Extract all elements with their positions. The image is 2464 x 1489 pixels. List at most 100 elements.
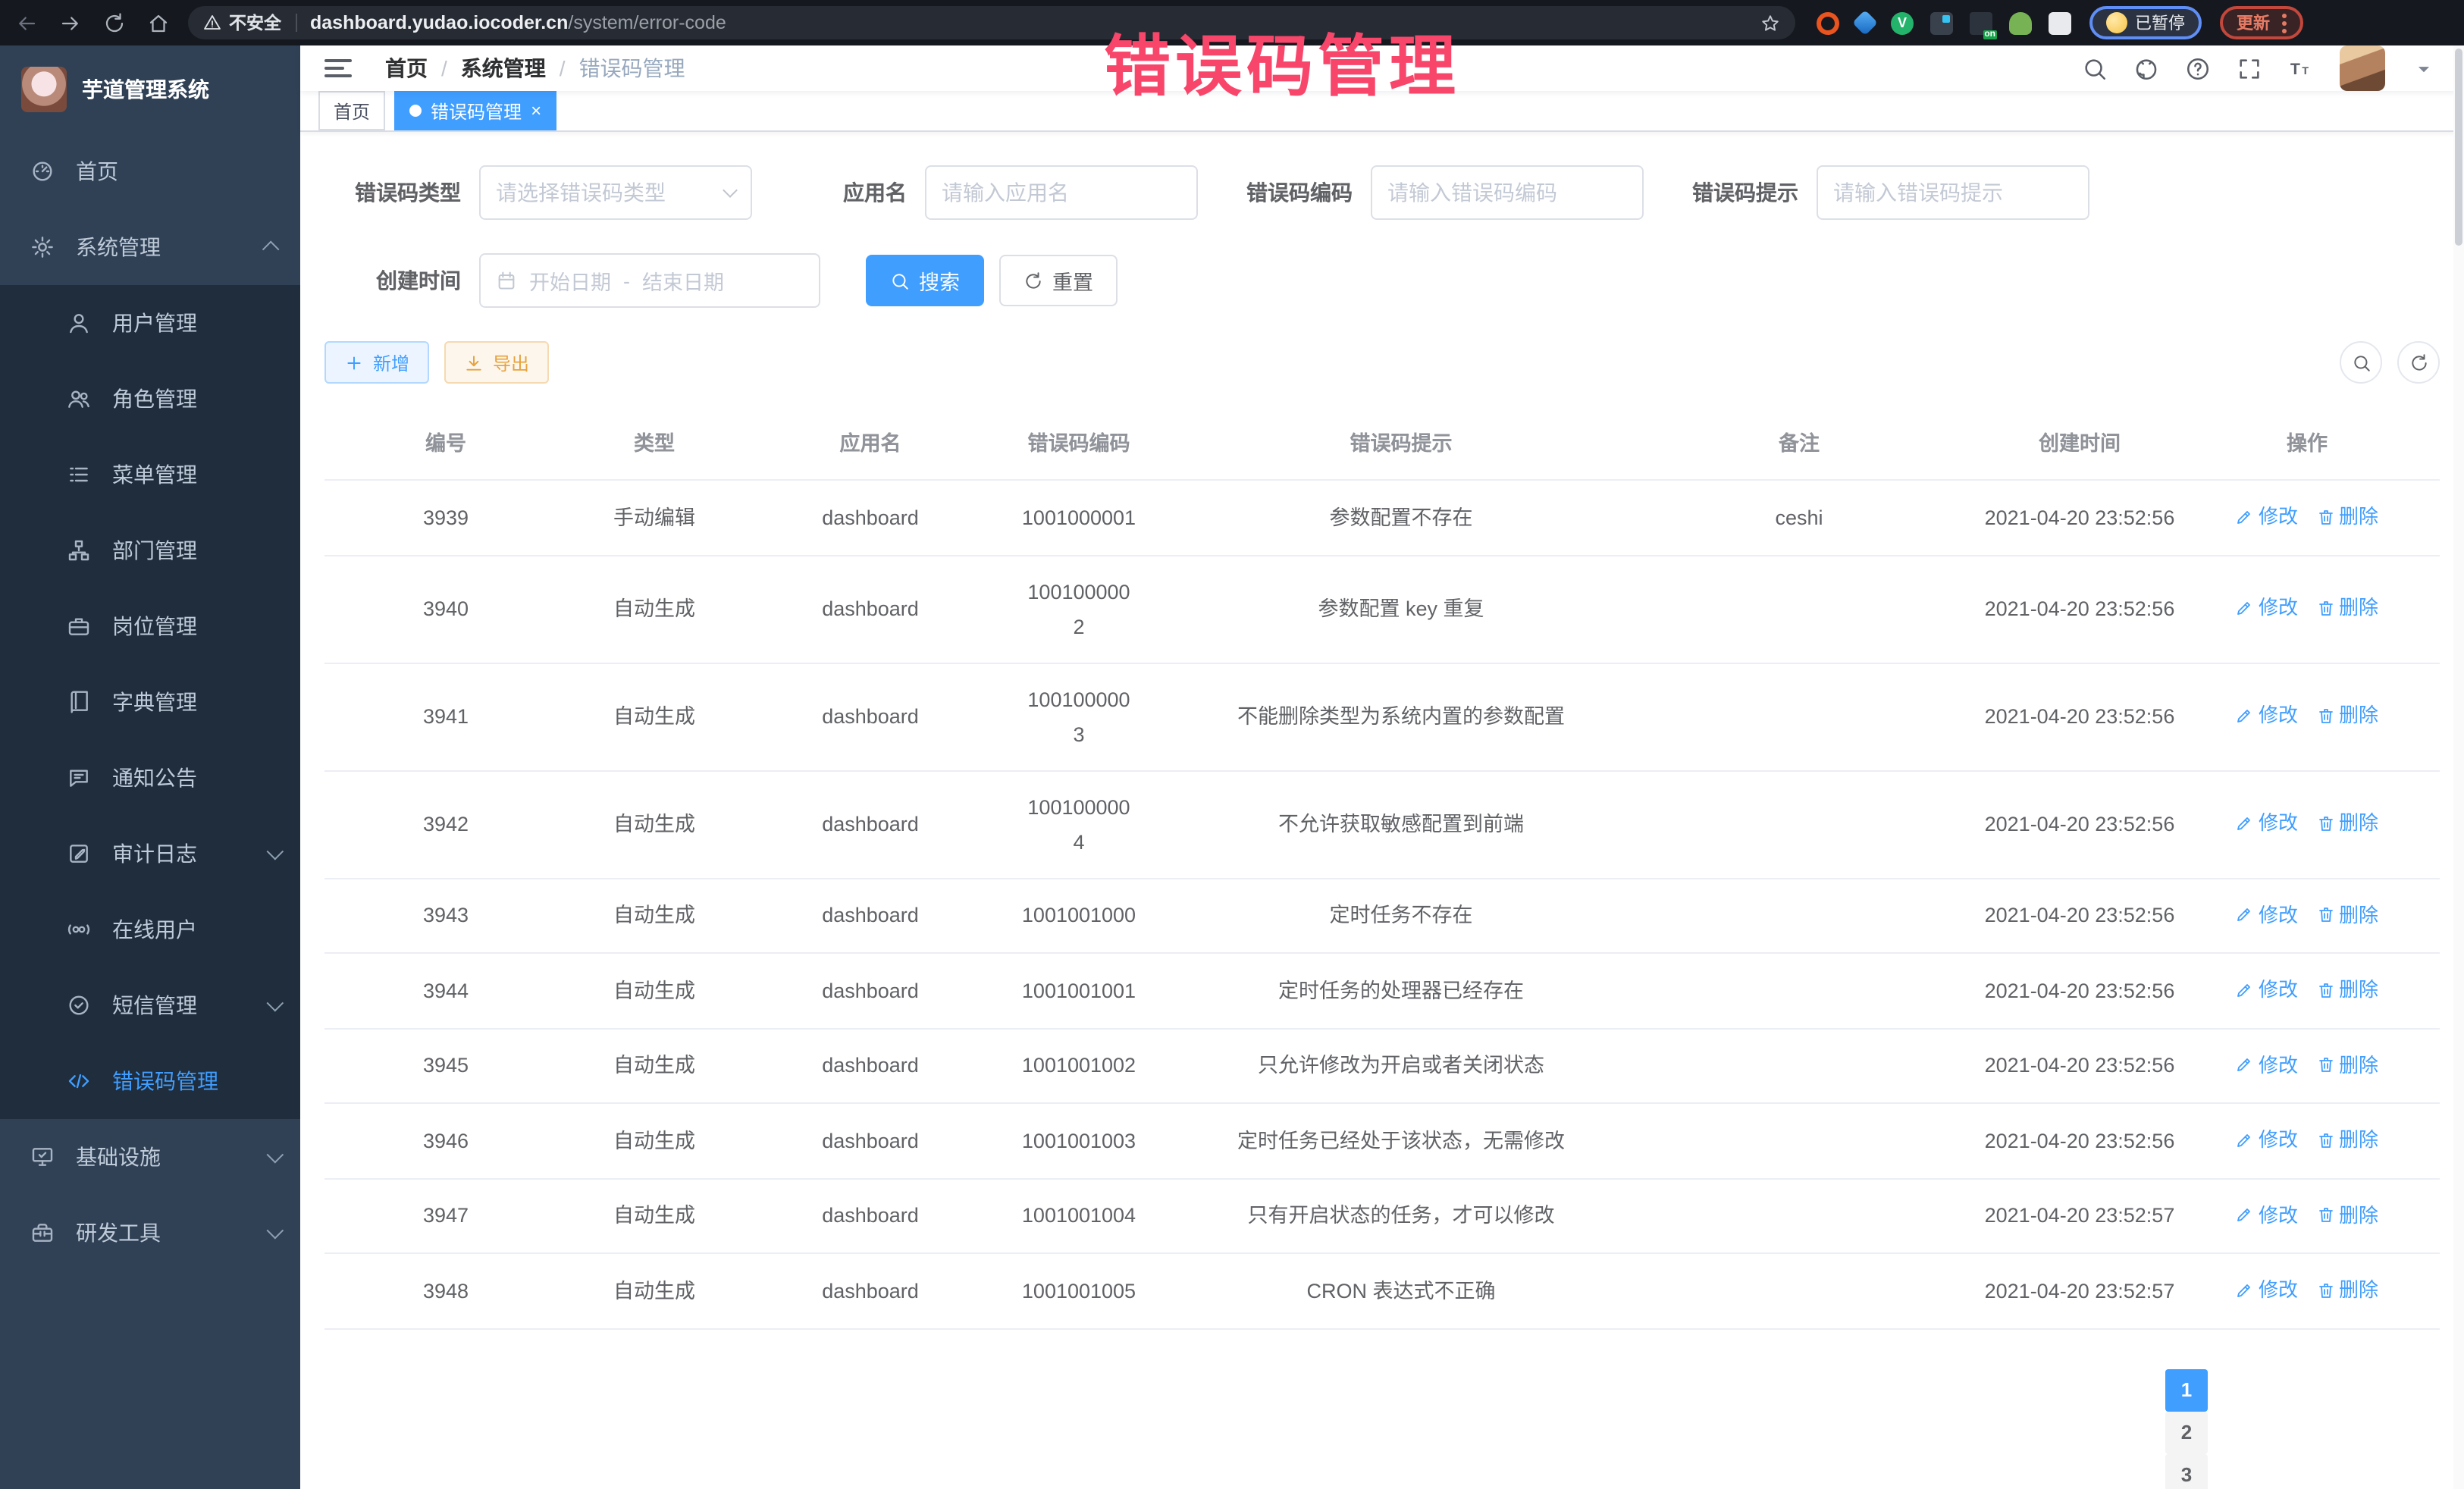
edit-button[interactable]: 修改 bbox=[2236, 1122, 2298, 1157]
trash-icon bbox=[2316, 980, 2334, 998]
browser-forward-icon[interactable] bbox=[59, 11, 82, 34]
breadcrumb-current: 错误码管理 bbox=[579, 53, 685, 83]
edit-button[interactable]: 修改 bbox=[2236, 1272, 2298, 1307]
delete-button[interactable]: 删除 bbox=[2316, 698, 2378, 733]
sidebar-item-notice[interactable]: 通知公告 bbox=[0, 740, 300, 816]
security-label: 不安全 bbox=[229, 11, 281, 35]
breadcrumb-home[interactable]: 首页 bbox=[385, 53, 428, 83]
extension-icon[interactable]: V bbox=[1891, 11, 1914, 34]
sidebar-item-menu[interactable]: 菜单管理 bbox=[0, 437, 300, 513]
chevron-down-icon bbox=[723, 183, 738, 198]
tab-error-code[interactable]: 错误码管理 × bbox=[394, 91, 556, 130]
edit-button[interactable]: 修改 bbox=[2236, 806, 2298, 841]
export-button[interactable]: 导出 bbox=[444, 341, 549, 384]
cell-message: 参数配置 key 重复 bbox=[1158, 573, 1644, 644]
edit-button[interactable]: 修改 bbox=[2236, 698, 2298, 733]
delete-button[interactable]: 删除 bbox=[2316, 897, 2378, 932]
sidebar-item-online-user[interactable]: 在线用户 bbox=[0, 892, 300, 967]
extension-icon[interactable] bbox=[1817, 11, 1839, 34]
table-row: 3943自动生成dashboard1001001000定时任务不存在2021-0… bbox=[324, 879, 2440, 954]
bubble-icon bbox=[67, 766, 91, 790]
help-icon[interactable] bbox=[2185, 55, 2211, 81]
refresh-table-button[interactable] bbox=[2397, 341, 2440, 384]
delete-button[interactable]: 删除 bbox=[2316, 591, 2378, 625]
filter-create-time-label: 创建时间 bbox=[324, 265, 479, 296]
close-tab-icon[interactable]: × bbox=[531, 102, 541, 120]
address-bar[interactable]: 不安全 dashboard.yudao.iocoder.cn/system/er… bbox=[188, 6, 1795, 39]
cell-id: 3948 bbox=[324, 1255, 567, 1327]
delete-button[interactable]: 删除 bbox=[2316, 1272, 2378, 1307]
cell-code: 1001001004 bbox=[999, 1180, 1158, 1252]
reset-button[interactable]: 重置 bbox=[999, 255, 1118, 306]
edit-button[interactable]: 修改 bbox=[2236, 897, 2298, 932]
caret-down-icon[interactable] bbox=[2411, 55, 2437, 81]
sidebar-item-user[interactable]: 用户管理 bbox=[0, 285, 300, 361]
table-row: 3947自动生成dashboard1001001004只有开启状态的任务，才可以… bbox=[324, 1179, 2440, 1254]
search-icon[interactable] bbox=[2082, 55, 2108, 81]
filter-code-label: 错误码编码 bbox=[1216, 177, 1371, 208]
tab-home[interactable]: 首页 bbox=[318, 91, 385, 130]
search-button[interactable]: 搜索 bbox=[866, 255, 984, 306]
delete-button[interactable]: 删除 bbox=[2316, 499, 2378, 534]
sidebar-item-audit-log[interactable]: 审计日志 bbox=[0, 816, 300, 892]
error-code-input[interactable] bbox=[1387, 180, 1627, 205]
page-button-3[interactable]: 3 bbox=[2165, 1453, 2208, 1489]
browser-back-icon[interactable] bbox=[15, 11, 38, 34]
show-search-button[interactable] bbox=[2340, 341, 2382, 384]
extension-icon[interactable] bbox=[1852, 10, 1878, 36]
sidebar-item-sms[interactable]: 短信管理 bbox=[0, 967, 300, 1043]
sidebar-item-home[interactable]: 首页 bbox=[0, 133, 300, 209]
app-name-input[interactable] bbox=[942, 180, 1181, 205]
extension-icon[interactable] bbox=[2009, 11, 2032, 34]
delete-button[interactable]: 删除 bbox=[2316, 806, 2378, 841]
delete-button[interactable]: 删除 bbox=[2316, 1122, 2378, 1157]
extensions-menu-icon[interactable] bbox=[2049, 11, 2071, 34]
table-row: 3945自动生成dashboard1001001002只允许修改为开启或者关闭状… bbox=[324, 1029, 2440, 1104]
cell-id: 3943 bbox=[324, 880, 567, 951]
date-range-picker[interactable]: 开始日期 - 结束日期 bbox=[479, 253, 820, 308]
hamburger-icon[interactable] bbox=[324, 59, 352, 77]
browser-update-button[interactable]: 更新 bbox=[2220, 6, 2303, 39]
edit-button[interactable]: 修改 bbox=[2236, 972, 2298, 1007]
sidebar-item-label: 错误码管理 bbox=[112, 1066, 279, 1096]
sidebar-item-dept[interactable]: 部门管理 bbox=[0, 513, 300, 588]
extension-icon[interactable] bbox=[1930, 11, 1953, 34]
breadcrumb-system[interactable]: 系统管理 bbox=[461, 53, 546, 83]
extension-icon[interactable] bbox=[1970, 11, 1992, 34]
cell-create-time: 2021-04-20 23:52:57 bbox=[1955, 1180, 2205, 1252]
font-size-icon[interactable]: TT bbox=[2288, 55, 2314, 81]
sidebar-item-infra[interactable]: 基础设施 bbox=[0, 1119, 300, 1195]
browser-menu-icon[interactable] bbox=[2282, 13, 2287, 33]
page-button-2[interactable]: 2 bbox=[2165, 1411, 2208, 1453]
sidebar-item-error-code[interactable]: 错误码管理 bbox=[0, 1043, 300, 1119]
edit-button[interactable]: 修改 bbox=[2236, 591, 2298, 625]
delete-button[interactable]: 删除 bbox=[2316, 972, 2378, 1007]
page-button-1[interactable]: 1 bbox=[2165, 1368, 2208, 1411]
delete-button[interactable]: 删除 bbox=[2316, 1047, 2378, 1082]
bookmark-star-icon[interactable] bbox=[1760, 13, 1780, 33]
browser-reload-icon[interactable] bbox=[103, 11, 126, 34]
edit-button[interactable]: 修改 bbox=[2236, 1047, 2298, 1082]
sidebar-item-post[interactable]: 岗位管理 bbox=[0, 588, 300, 664]
sidebar-item-role[interactable]: 角色管理 bbox=[0, 361, 300, 437]
filter-type-label: 错误码类型 bbox=[324, 177, 479, 208]
table-header-row: 编号类型应用名错误码编码错误码提示备注创建时间操作 bbox=[324, 408, 2440, 481]
page-scrollbar[interactable] bbox=[2453, 45, 2464, 1489]
user-avatar[interactable] bbox=[2340, 45, 2385, 91]
fullscreen-icon[interactable] bbox=[2237, 55, 2262, 81]
add-button[interactable]: 新增 bbox=[324, 341, 429, 384]
cell-actions: 修改删除 bbox=[2205, 572, 2409, 646]
error-message-input[interactable] bbox=[1833, 180, 2073, 205]
edit-button[interactable]: 修改 bbox=[2236, 499, 2298, 534]
sidebar-item-dict[interactable]: 字典管理 bbox=[0, 664, 300, 740]
edit-icon bbox=[2236, 905, 2254, 923]
edit-button[interactable]: 修改 bbox=[2236, 1197, 2298, 1232]
sidebar-item-dev-tools[interactable]: 研发工具 bbox=[0, 1195, 300, 1271]
sidebar-item-label: 通知公告 bbox=[112, 763, 279, 793]
github-icon[interactable] bbox=[2133, 55, 2159, 81]
browser-home-icon[interactable] bbox=[147, 11, 170, 34]
error-type-select[interactable]: 请选择错误码类型 bbox=[479, 165, 752, 220]
sidebar-item-system[interactable]: 系统管理 bbox=[0, 209, 300, 285]
browser-profile-badge[interactable]: 已暂停 bbox=[2089, 6, 2202, 39]
delete-button[interactable]: 删除 bbox=[2316, 1197, 2378, 1232]
